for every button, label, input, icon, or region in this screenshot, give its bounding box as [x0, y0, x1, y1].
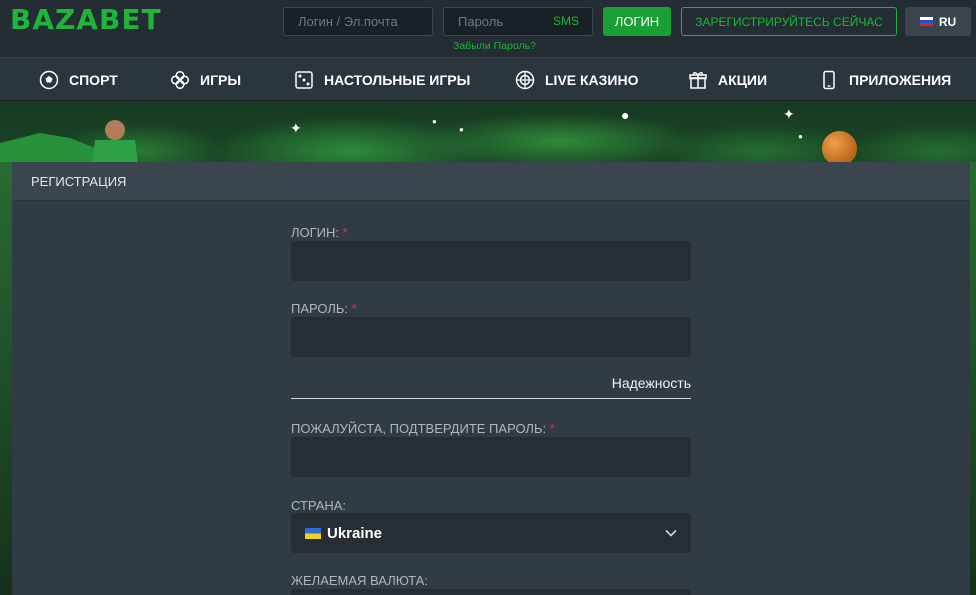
language-code: RU: [938, 14, 957, 29]
password-field[interactable]: [291, 317, 691, 357]
password-field-label: ПАРОЛЬ: *: [291, 301, 357, 316]
russia-flag-icon: [919, 17, 933, 26]
nav-item-table-games[interactable]: НАСТОЛЬНЫЕ ИГРЫ: [294, 58, 470, 102]
sparkle-icon: ✦: [783, 106, 795, 122]
clover-icon: [170, 70, 190, 90]
top-header: BAZABET SMS Забыли Пароль? ЛОГИН ЗАРЕГИС…: [0, 0, 976, 57]
nav-label: СПОРТ: [69, 72, 118, 88]
soccer-ball-icon: [39, 70, 59, 90]
sparkle-icon: ●: [621, 107, 630, 123]
gift-icon: [689, 72, 707, 89]
password-strength-indicator: Надежность: [291, 367, 691, 399]
nav-label: ПРИЛОЖЕНИЯ: [849, 72, 952, 88]
nav-label: ИГРЫ: [200, 72, 242, 88]
login-email-input[interactable]: [283, 7, 433, 36]
mobile-phone-icon: [823, 70, 835, 90]
login-field-label: ЛОГИН: *: [291, 225, 348, 240]
chevron-down-icon: [665, 529, 677, 537]
sparkle-icon: ●: [432, 117, 437, 126]
nav-label: АКЦИИ: [718, 72, 768, 88]
ukraine-flag-icon: [305, 527, 321, 539]
login-button[interactable]: ЛОГИН: [603, 7, 671, 36]
required-mark: *: [342, 225, 348, 240]
nav-item-games[interactable]: ИГРЫ: [170, 58, 241, 102]
sms-login-link[interactable]: SMS: [553, 14, 579, 28]
confirm-password-field[interactable]: [291, 437, 691, 477]
nav-item-live-casino[interactable]: LIVE КАЗИНО: [515, 58, 639, 102]
basketball-image: [822, 131, 857, 166]
bazabet-logo[interactable]: BAZABET: [10, 5, 162, 35]
forgot-password-link[interactable]: Забыли Пароль?: [453, 40, 536, 52]
language-selector[interactable]: RU: [905, 7, 971, 36]
football-player-image: [0, 120, 138, 163]
banner-edge-left: [0, 162, 12, 595]
login-field[interactable]: [291, 241, 691, 281]
country-value: Ukraine: [327, 524, 383, 542]
dice-icon: [295, 71, 313, 89]
confirm-password-label: ПОЖАЛУЙСТА, ПОДТВЕРДИТЕ ПАРОЛЬ: *: [291, 421, 555, 436]
target-icon: [515, 70, 535, 90]
country-label: СТРАНА:: [291, 498, 347, 513]
nav-item-promotions[interactable]: АКЦИИ: [688, 58, 767, 102]
registration-panel: РЕГИСТРАЦИЯ ЛОГИН: * ПАРОЛЬ: * Надежност…: [12, 162, 970, 595]
sparkle-icon: ●: [459, 125, 464, 134]
required-mark: *: [549, 421, 555, 436]
registration-title: РЕГИСТРАЦИЯ: [12, 162, 970, 201]
banner-edge-right: [970, 162, 976, 595]
nav-label: LIVE КАЗИНО: [545, 72, 639, 88]
currency-label: ЖЕЛАЕМАЯ ВАЛЮТА:: [291, 573, 428, 588]
sparkle-icon: ●: [798, 132, 803, 141]
country-select[interactable]: Ukraine: [291, 513, 691, 553]
currency-select[interactable]: [291, 589, 691, 595]
password-strength-label: Надежность: [611, 374, 691, 391]
required-mark: *: [351, 301, 357, 316]
nav-label: НАСТОЛЬНЫЕ ИГРЫ: [324, 72, 471, 88]
nav-item-sport[interactable]: СПОРТ: [39, 58, 118, 102]
register-now-button[interactable]: ЗАРЕГИСТРИРУЙТЕСЬ СЕЙЧАС: [681, 7, 897, 36]
sparkle-icon: ✦: [290, 120, 302, 136]
main-navigation: СПОРТ ИГРЫ НАСТОЛЬНЫЕ ИГРЫ LIVE КАЗИНО А…: [0, 57, 976, 101]
nav-item-apps[interactable]: ПРИЛОЖЕНИЯ: [819, 58, 951, 102]
